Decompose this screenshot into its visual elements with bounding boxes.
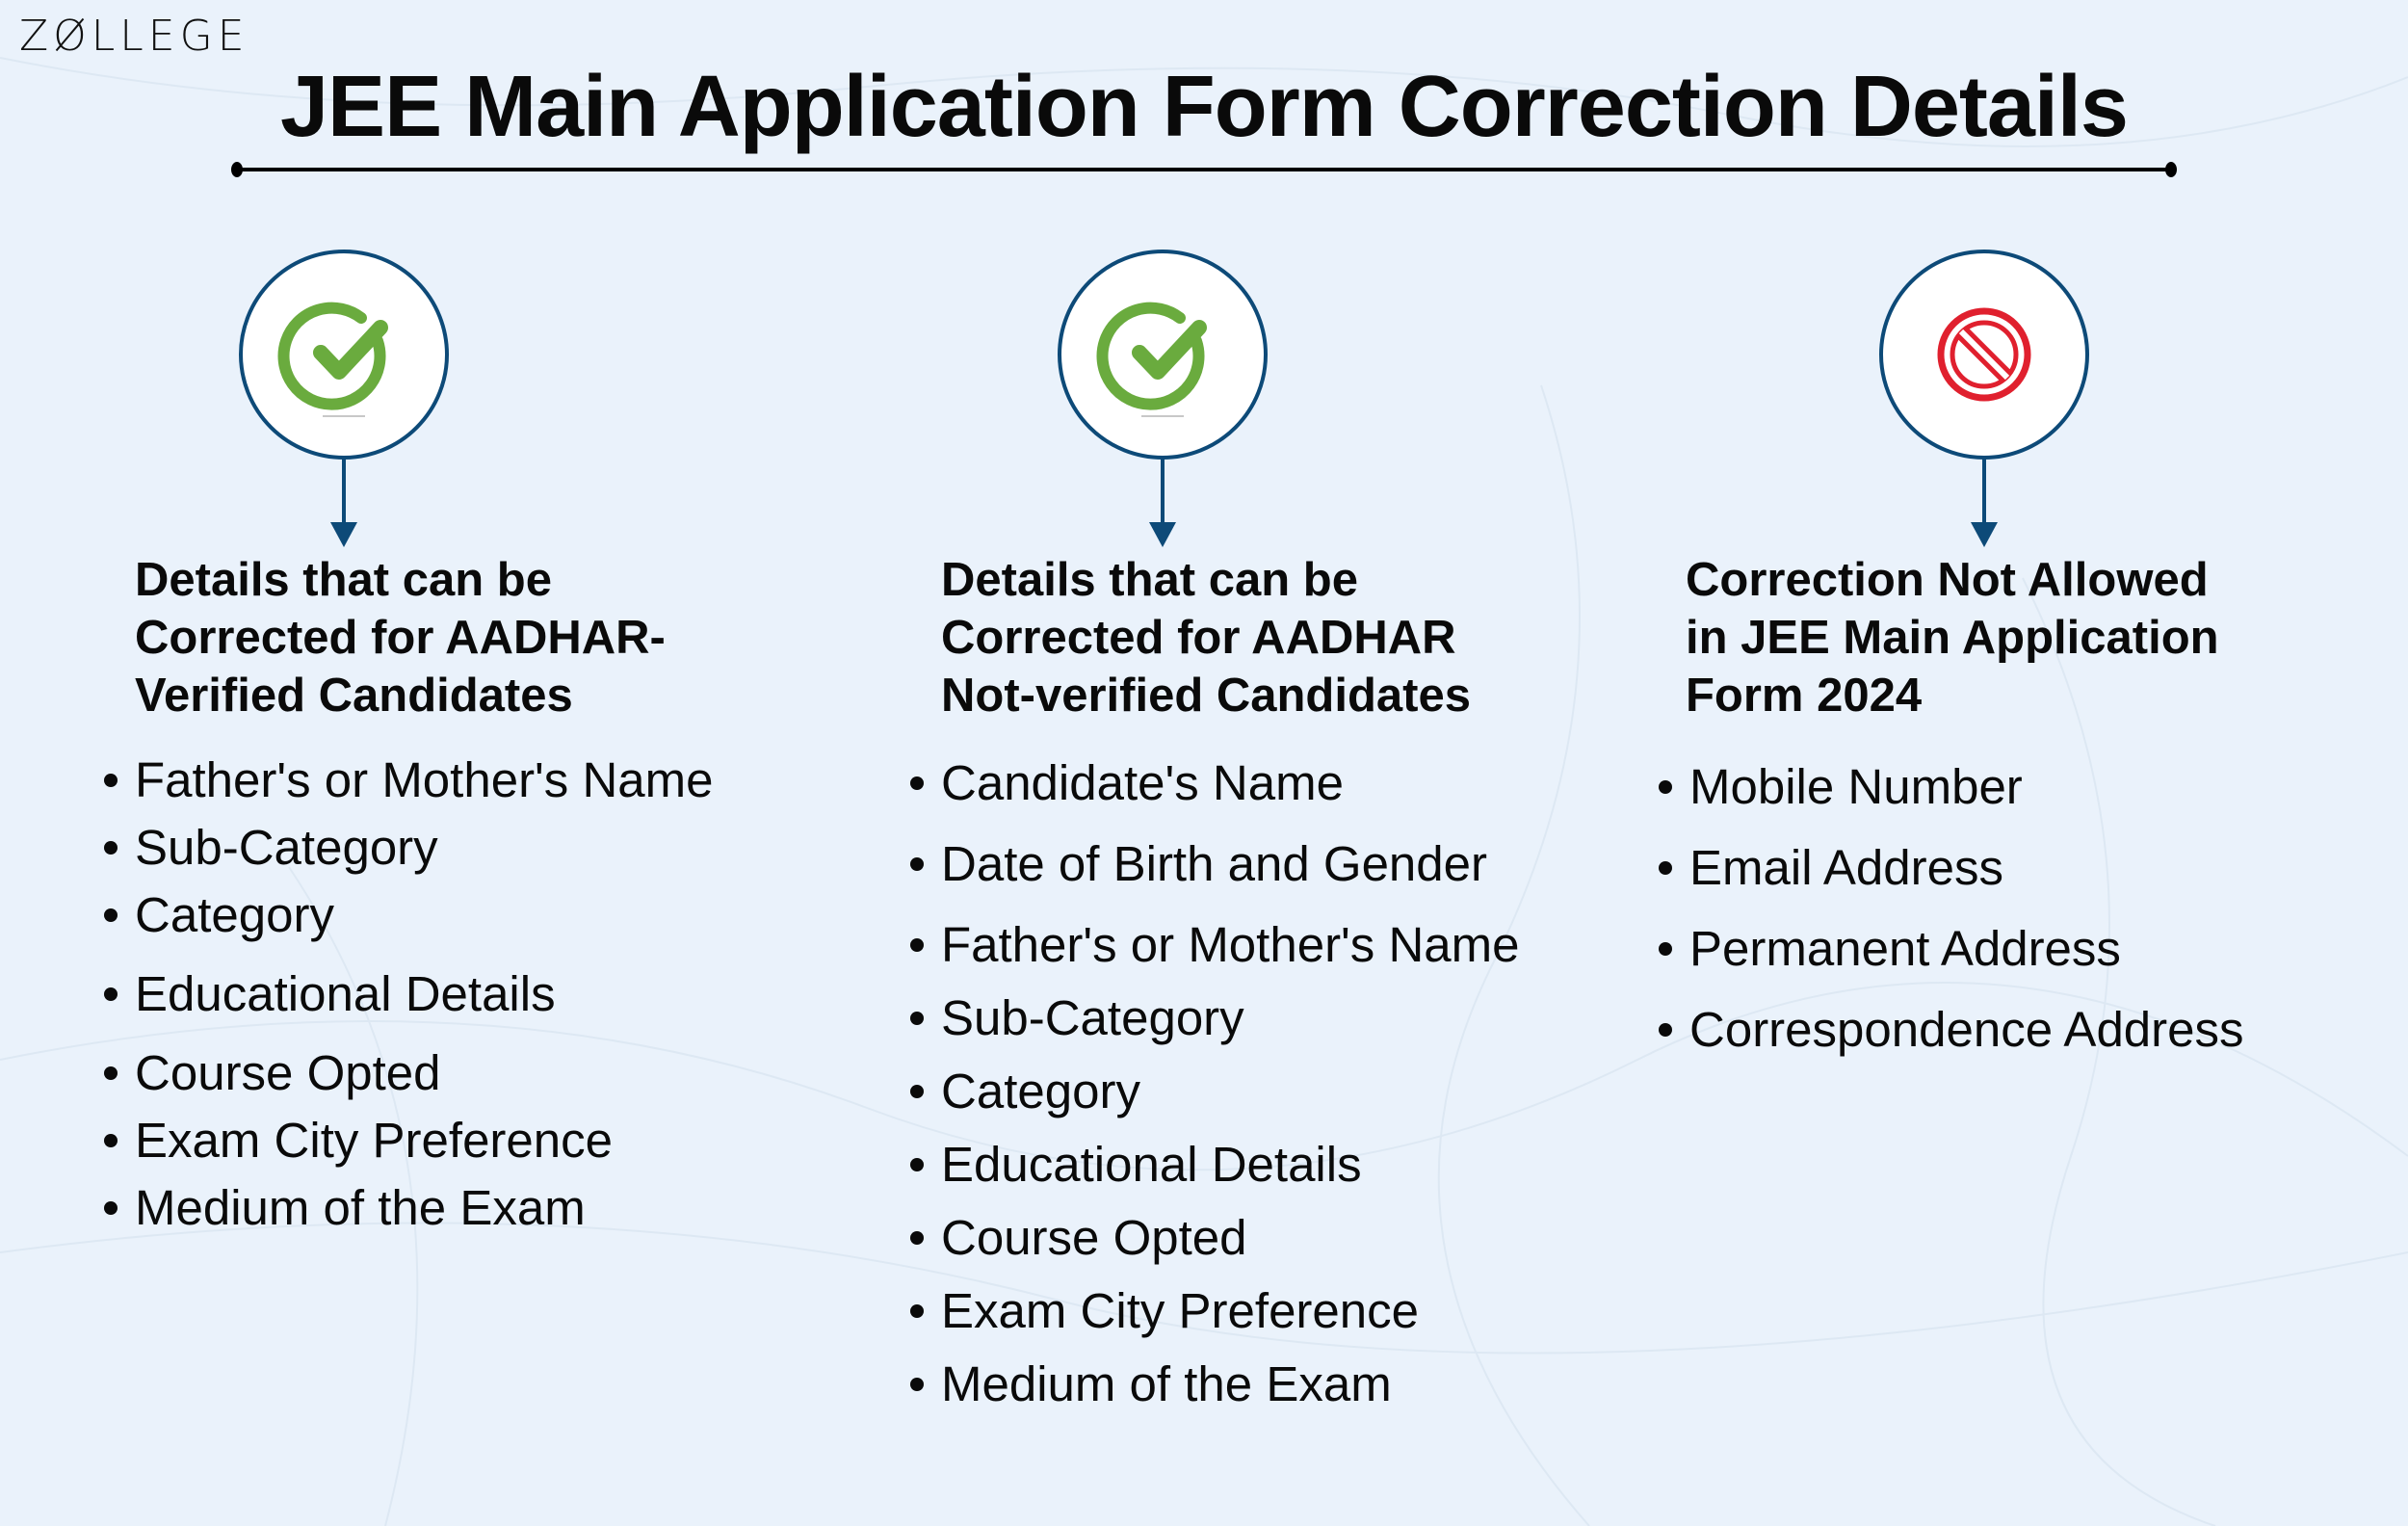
list-item: Medium of the Exam <box>104 1174 714 1242</box>
list-item: Correspondence Address <box>1659 989 2244 1070</box>
heading-line: Verified Candidates <box>135 670 573 722</box>
heading-line: Form 2024 <box>1686 670 1923 722</box>
list-item: Educational Details <box>910 1128 1520 1201</box>
list-item: Exam City Preference <box>104 1107 714 1174</box>
prohibited-icon <box>1937 307 2031 402</box>
zollege-logo: ZØLLEGE <box>19 12 249 61</box>
list-item: Category <box>104 881 714 949</box>
column-heading-aadhar-verified: Details that can be Corrected for AADHAR… <box>135 551 666 724</box>
column-heading-not-allowed: Correction Not Allowed in JEE Main Appli… <box>1686 551 2219 724</box>
list-item: Exam City Preference <box>910 1275 1520 1348</box>
list-item: Email Address <box>1659 828 2244 908</box>
list-item: Course Opted <box>104 1039 714 1107</box>
list-item: Father's or Mother's Name <box>104 747 714 814</box>
arrow-down-icon <box>1971 458 1998 547</box>
list-item: Sub-Category <box>104 814 714 881</box>
column-heading-aadhar-not-verified: Details that can be Corrected for AADHAR… <box>941 551 1471 724</box>
node-correction-not-allowed <box>1878 249 2090 547</box>
list-item: Sub-Category <box>910 982 1520 1055</box>
list-item: Candidate's Name <box>910 747 1520 820</box>
list-item: Date of Birth and Gender <box>910 828 1520 901</box>
list-aadhar-verified: Father's or Mother's Name Sub-Category C… <box>104 747 714 1242</box>
list-item: Permanent Address <box>1659 908 2244 989</box>
node-aadhar-not-verified <box>1057 249 1269 547</box>
heading-line: Corrected for AADHAR <box>941 612 1456 664</box>
heading-line: Correction Not Allowed <box>1686 554 2209 606</box>
heading-line: Corrected for AADHAR- <box>135 612 666 664</box>
list-item: Father's or Mother's Name <box>910 908 1520 982</box>
list-item: Medium of the Exam <box>910 1348 1520 1421</box>
list-aadhar-not-verified: Candidate's Name Date of Birth and Gende… <box>910 747 1520 1421</box>
node-aadhar-verified <box>238 249 450 547</box>
list-item: Educational Details <box>104 960 714 1028</box>
heading-line: Not-verified Candidates <box>941 670 1471 722</box>
list-not-allowed: Mobile Number Email Address Permanent Ad… <box>1659 747 2244 1070</box>
list-item: Category <box>910 1055 1520 1128</box>
heading-line: in JEE Main Application <box>1686 612 2219 664</box>
heading-line: Details that can be <box>135 554 552 606</box>
list-item: Mobile Number <box>1659 747 2244 828</box>
arrow-down-icon <box>330 458 357 547</box>
heading-line: Details that can be <box>941 554 1358 606</box>
title-underline <box>231 162 2177 177</box>
arrow-down-icon <box>1149 458 1176 547</box>
list-item: Course Opted <box>910 1201 1520 1275</box>
page-title: JEE Main Application Form Correction Det… <box>280 59 2129 155</box>
